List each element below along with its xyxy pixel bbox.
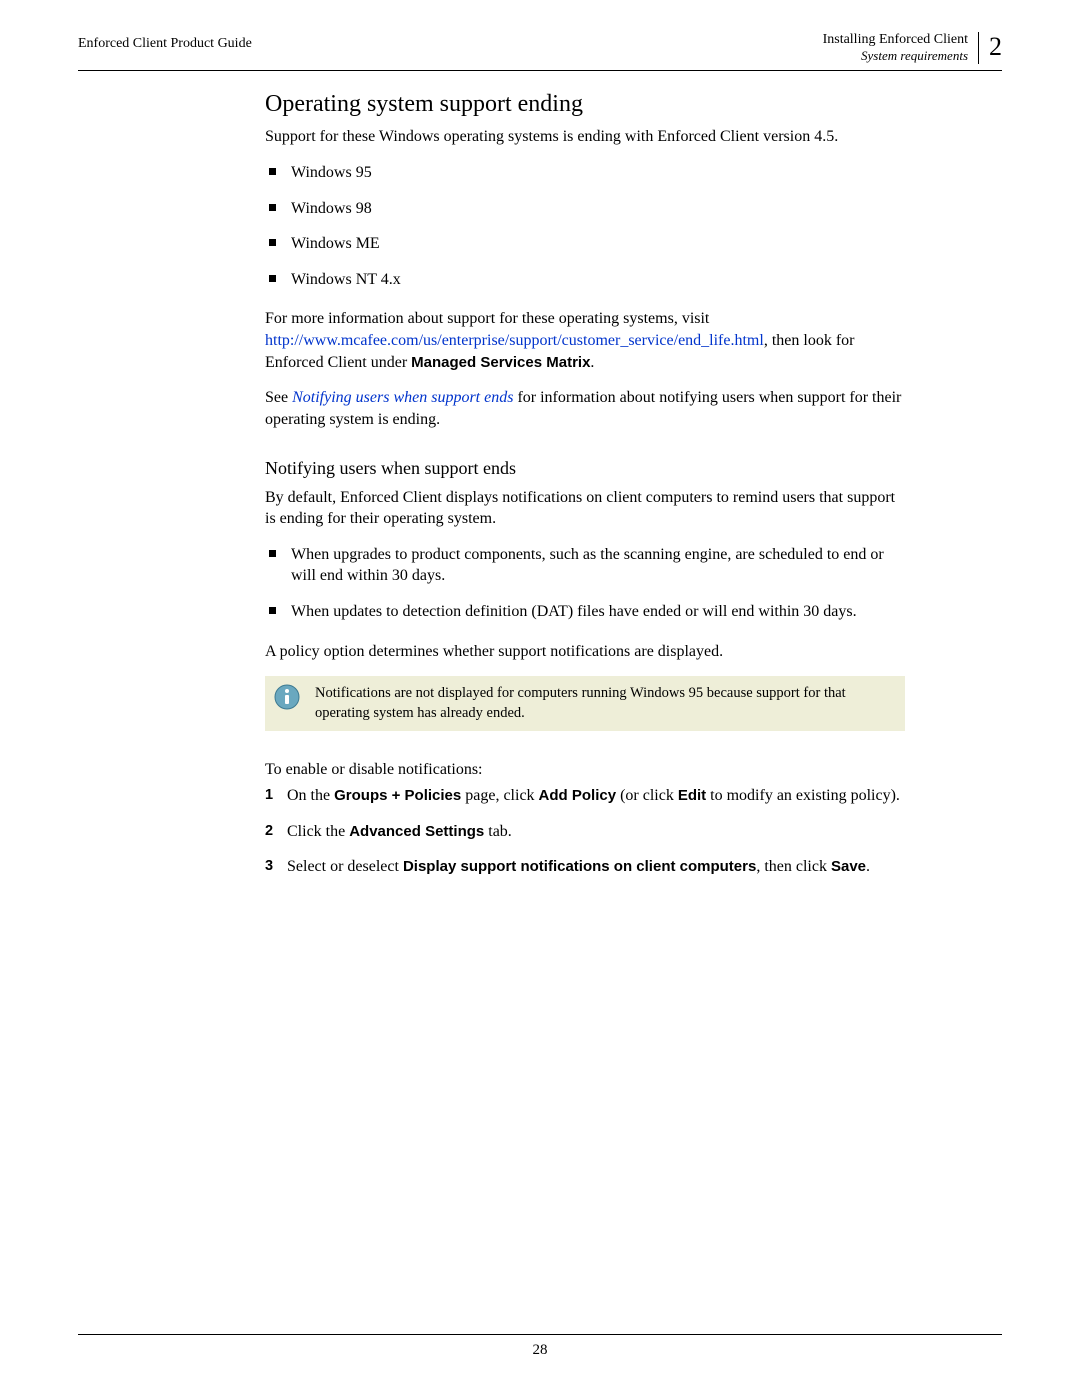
- ui-label: Groups + Policies: [334, 787, 461, 804]
- notify-list-item: When upgrades to product components, suc…: [265, 544, 905, 587]
- step-number: 2: [265, 822, 273, 842]
- notify-intro-paragraph: By default, Enforced Client displays not…: [265, 487, 905, 530]
- step-item: 1On the Groups + Policies page, click Ad…: [265, 785, 905, 807]
- support-url-link[interactable]: http://www.mcafee.com/us/enterprise/supp…: [265, 332, 764, 349]
- header-right: Installing Enforced Client System requir…: [823, 32, 1002, 64]
- header-right-text: Installing Enforced Client System requir…: [823, 32, 979, 64]
- subheading-notifying-users: Notifying users when support ends: [265, 456, 905, 480]
- page-number: 28: [0, 1342, 1080, 1359]
- notify-list-item: When updates to detection definition (DA…: [265, 601, 905, 623]
- header-section-title: System requirements: [861, 48, 968, 64]
- os-list-item: Windows ME: [265, 233, 905, 255]
- footer-rule: [78, 1334, 1002, 1335]
- see-paragraph: See Notifying users when support ends fo…: [265, 387, 905, 430]
- more-info-pre: For more information about support for t…: [265, 310, 709, 327]
- info-icon: [273, 684, 301, 723]
- ui-label: Add Policy: [539, 787, 617, 804]
- ui-label: Advanced Settings: [349, 823, 484, 840]
- note-text: Notifications are not displayed for comp…: [315, 684, 895, 723]
- page-header: Enforced Client Product Guide Installing…: [78, 36, 1002, 71]
- see-pre: See: [265, 389, 292, 406]
- step-number: 1: [265, 786, 273, 806]
- step-number: 3: [265, 857, 273, 877]
- os-list-item: Windows 98: [265, 198, 905, 220]
- ui-label: Display support notifications on client …: [403, 858, 756, 875]
- heading-os-support-ending: Operating system support ending: [265, 88, 905, 120]
- managed-services-matrix-label: Managed Services Matrix: [411, 354, 590, 371]
- intro-paragraph: Support for these Windows operating syst…: [265, 126, 905, 148]
- os-list-item: Windows NT 4.x: [265, 269, 905, 291]
- os-list-item: Windows 95: [265, 162, 905, 184]
- note-box: Notifications are not displayed for comp…: [265, 676, 905, 731]
- ui-label: Save: [831, 858, 866, 875]
- header-chapter-title: Installing Enforced Client: [823, 32, 968, 48]
- notify-users-crossref-link[interactable]: Notifying users when support ends: [292, 389, 513, 406]
- document-page: Enforced Client Product Guide Installing…: [0, 0, 1080, 1397]
- page-content: Operating system support ending Support …: [265, 88, 905, 892]
- dat-acronym: DAT: [537, 603, 568, 620]
- os-bullet-list: Windows 95 Windows 98 Windows ME Windows NT…: [265, 162, 905, 290]
- policy-line: A policy option determines whether suppo…: [265, 641, 905, 663]
- header-left: Enforced Client Product Guide: [78, 36, 252, 52]
- chapter-number: 2: [979, 32, 1002, 64]
- step-item: 2Click the Advanced Settings tab.: [265, 821, 905, 843]
- ui-label: Edit: [678, 787, 706, 804]
- steps-list: 1On the Groups + Policies page, click Ad…: [265, 785, 905, 878]
- enable-intro: To enable or disable notifications:: [265, 759, 905, 781]
- step-item: 3Select or deselect Display support noti…: [265, 856, 905, 878]
- notify-bullet-list: When upgrades to product components, suc…: [265, 544, 905, 623]
- more-info-paragraph: For more information about support for t…: [265, 308, 905, 373]
- more-info-post: .: [590, 354, 594, 371]
